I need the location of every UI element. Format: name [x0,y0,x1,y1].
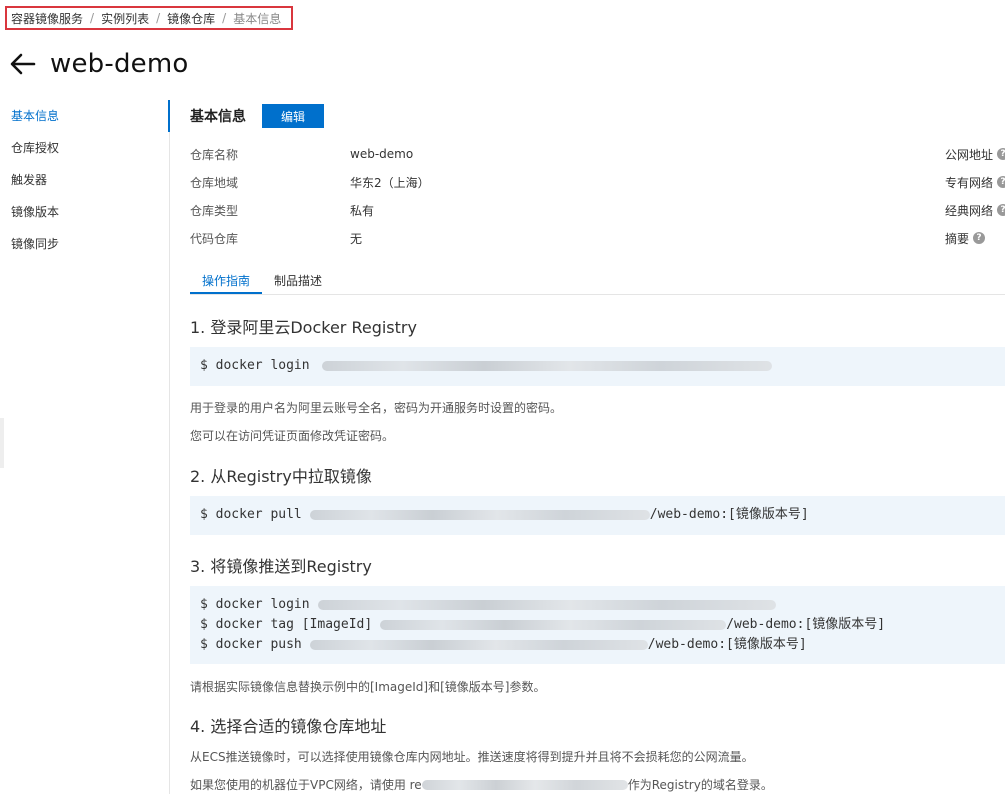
page-header: web-demo [10,46,188,82]
redacted-text [380,620,727,630]
sidebar-item-image-versions[interactable]: 镜像版本 [0,196,169,228]
code-line: $ docker login [200,356,995,376]
code-line: $ docker tag [ImageId] /web-demo:[镜像版本号] [200,615,995,635]
code-text: /web-demo:[镜像版本号] [647,637,807,652]
collapse-handle[interactable] [0,418,4,468]
info-row: 仓库类型 私有 [190,196,430,224]
sidebar-item-repo-auth[interactable]: 仓库授权 [0,132,169,164]
sidebar-nav: 基本信息 仓库授权 触发器 镜像版本 镜像同步 [0,100,170,794]
info-row: 代码仓库 无 [190,224,430,252]
tab-artifact-description[interactable]: 制品描述 [262,268,334,294]
step-title: 3. 将镜像推送到Registry [190,557,372,576]
breadcrumb-item-service[interactable]: 容器镜像服务 [11,10,83,27]
step-note: 您可以在访问凭证页面修改凭证密码。 [190,429,395,443]
help-icon[interactable]: ? [973,232,986,244]
info-value: web-demo [350,147,414,161]
code-block[interactable]: $ docker login [190,347,1005,386]
info-label: 摘要 [945,231,970,246]
arrow-left-icon[interactable] [10,50,38,78]
redacted-text [421,779,628,790]
address-info: 公网地址? 专有网络? 经典网络? 摘要? [945,140,1005,252]
tab-guide[interactable]: 操作指南 [190,268,263,294]
code-block[interactable]: $ docker pull /web-demo:[镜像版本号] [190,496,1005,535]
tab-bar: 操作指南 制品描述 [190,268,1005,295]
code-text: $ docker tag [ImageId] [200,617,373,632]
info-label: 仓库类型 [190,203,239,218]
info-label: 公网地址 [945,147,994,162]
code-line: $ docker push /web-demo:[镜像版本号] [200,635,995,655]
info-label: 仓库地域 [190,175,239,190]
breadcrumb-separator: / [156,11,161,25]
page-title: web-demo [50,49,189,79]
info-value: 私有 [350,203,375,218]
redacted-text [309,510,650,520]
code-line: $ docker login [200,595,995,615]
info-row: 摘要? [945,224,1005,252]
breadcrumb-item-repositories[interactable]: 镜像仓库 [167,10,215,27]
info-grid: 仓库名称 web-demo 仓库地域 华东2（上海） 仓库类型 私有 代码仓库 … [190,140,430,252]
info-row: 专有网络? [945,168,1005,196]
step-note: 用于登录的用户名为阿里云账号全名，密码为开通服务时设置的密码。 [190,401,563,415]
info-label: 仓库名称 [190,147,239,162]
redacted-text [317,600,776,610]
code-block[interactable]: $ docker login $ docker tag [ImageId] /w… [190,586,1005,664]
breadcrumb-item-instances[interactable]: 实例列表 [101,10,149,27]
step-note: 请根据实际镜像信息替换示例中的[ImageId]和[镜像版本号]参数。 [190,680,546,694]
code-text: $ docker pull [200,507,302,522]
info-value: 无 [350,231,363,246]
step-title: 1. 登录阿里云Docker Registry [190,318,417,337]
info-label: 代码仓库 [190,231,239,246]
sidebar-item-basic-info[interactable]: 基本信息 [0,100,170,132]
breadcrumb-separator: / [222,11,227,25]
step-note-text: 作为Registry的域名登录。 [627,778,773,792]
info-label: 专有网络 [945,175,994,190]
sidebar-item-triggers[interactable]: 触发器 [0,164,169,196]
info-row: 仓库名称 web-demo [190,140,430,168]
redacted-text [309,640,648,650]
step-title: 2. 从Registry中拉取镜像 [190,467,372,486]
help-icon[interactable]: ? [997,148,1005,160]
section-title: 基本信息 [190,109,246,125]
step-note: 如果您使用的机器位于VPC网络，请使用 re 作为Registry的域名登录。 [190,776,773,793]
code-text: $ docker login [200,597,310,612]
code-line: $ docker pull /web-demo:[镜像版本号] [200,505,995,525]
step-title: 4. 选择合适的镜像仓库地址 [190,717,387,736]
code-text: /web-demo:[镜像版本号] [649,507,809,522]
step-note-text: 如果您使用的机器位于VPC网络，请使用 re [190,778,422,792]
help-icon[interactable]: ? [997,176,1005,188]
info-label: 经典网络 [945,203,994,218]
code-text: /web-demo:[镜像版本号] [726,617,886,632]
redacted-text [321,361,772,371]
info-row: 经典网络? [945,196,1005,224]
info-row: 公网地址? [945,140,1005,168]
code-text: $ docker push [200,637,302,652]
edit-button[interactable]: 编辑 [262,104,324,128]
breadcrumb-separator: / [90,11,95,25]
code-text: $ docker login [200,358,310,373]
step-note: 从ECS推送镜像时，可以选择使用镜像仓库内网地址。推送速度将得到提升并且将不会损… [190,750,754,764]
info-value: 华东2（上海） [350,175,430,190]
breadcrumb: 容器镜像服务 / 实例列表 / 镜像仓库 / 基本信息 [5,6,293,30]
help-icon[interactable]: ? [997,204,1005,216]
basic-info-header: 基本信息 编辑 [190,104,324,128]
breadcrumb-item-current: 基本信息 [233,11,282,26]
info-row: 仓库地域 华东2（上海） [190,168,430,196]
sidebar-item-image-sync[interactable]: 镜像同步 [0,228,169,260]
